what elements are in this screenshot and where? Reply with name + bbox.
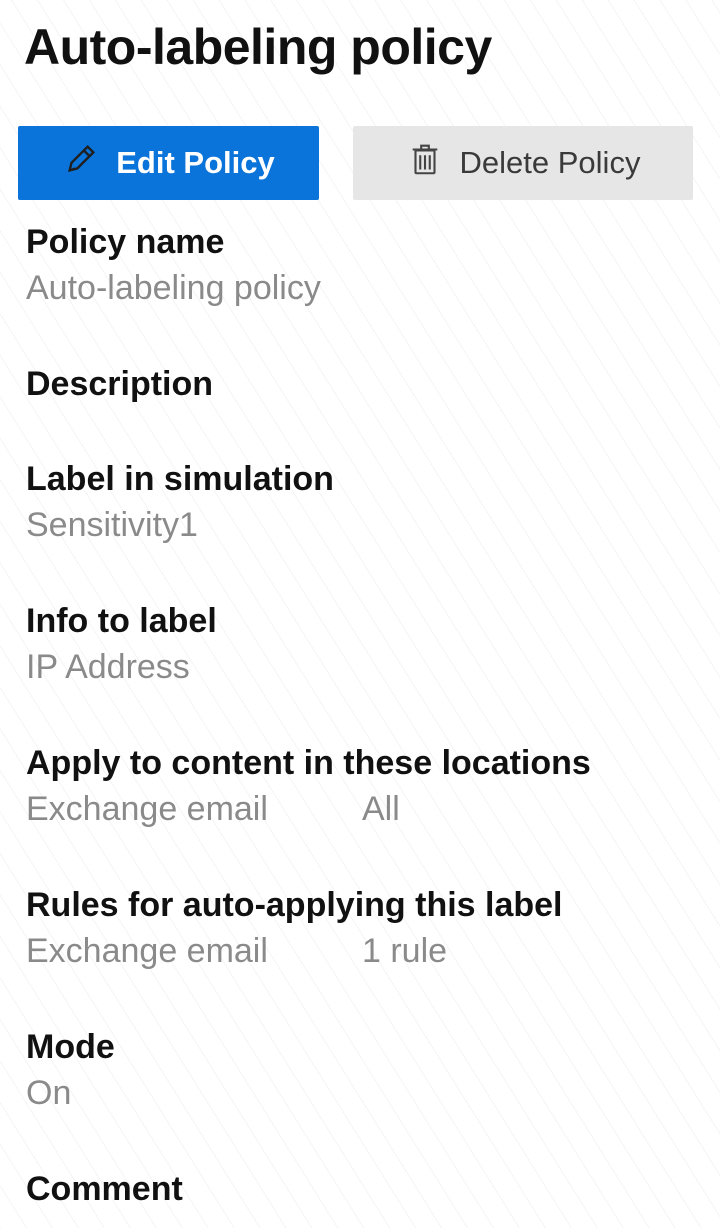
description-field: Description [26, 363, 706, 405]
policy-name-field: Policy name Auto-labeling policy [26, 221, 706, 313]
description-label: Description [26, 365, 214, 403]
locations-label: Apply to content in these locations [26, 744, 591, 782]
rule-row: Exchange email 1 rule [26, 926, 706, 976]
policy-name-label: Policy name [26, 223, 225, 261]
mode-label: Mode [26, 1028, 115, 1066]
location-name: Exchange email [26, 790, 268, 828]
policy-details-panel: Auto-labeling policy Edit Policy Delete … [0, 0, 720, 1228]
edit-policy-label: Edit Policy [116, 145, 275, 180]
rule-location-name: Exchange email [26, 932, 268, 970]
label-in-simulation-label: Label in simulation [26, 460, 334, 498]
pencil-icon [62, 140, 100, 186]
location-scope: All [362, 790, 400, 828]
policy-name-value: Auto-labeling policy [26, 269, 321, 307]
edit-policy-button[interactable]: Edit Policy [18, 126, 319, 200]
delete-policy-label: Delete Policy [459, 145, 641, 180]
mode-field: Mode On [26, 1026, 706, 1118]
label-in-simulation-field: Label in simulation Sensitivity1 [26, 458, 706, 550]
rule-count: 1 rule [362, 932, 448, 970]
label-in-simulation-value: Sensitivity1 [26, 506, 198, 544]
rules-field: Rules for auto-applying this label Excha… [26, 884, 706, 976]
rules-label: Rules for auto-applying this label [26, 886, 563, 924]
mode-value: On [26, 1074, 72, 1112]
page-title: Auto-labeling policy [24, 19, 492, 75]
info-to-label-field: Info to label IP Address [26, 600, 706, 692]
delete-policy-button[interactable]: Delete Policy [353, 126, 693, 200]
info-to-label-value: IP Address [26, 648, 190, 686]
info-to-label-label: Info to label [26, 602, 217, 640]
locations-field: Apply to content in these locations Exch… [26, 742, 706, 834]
action-bar: Edit Policy Delete Policy [18, 126, 693, 200]
comment-label: Comment [26, 1170, 183, 1208]
comment-field: Comment [26, 1168, 706, 1210]
location-row: Exchange email All [26, 784, 706, 834]
trash-icon [406, 140, 444, 186]
